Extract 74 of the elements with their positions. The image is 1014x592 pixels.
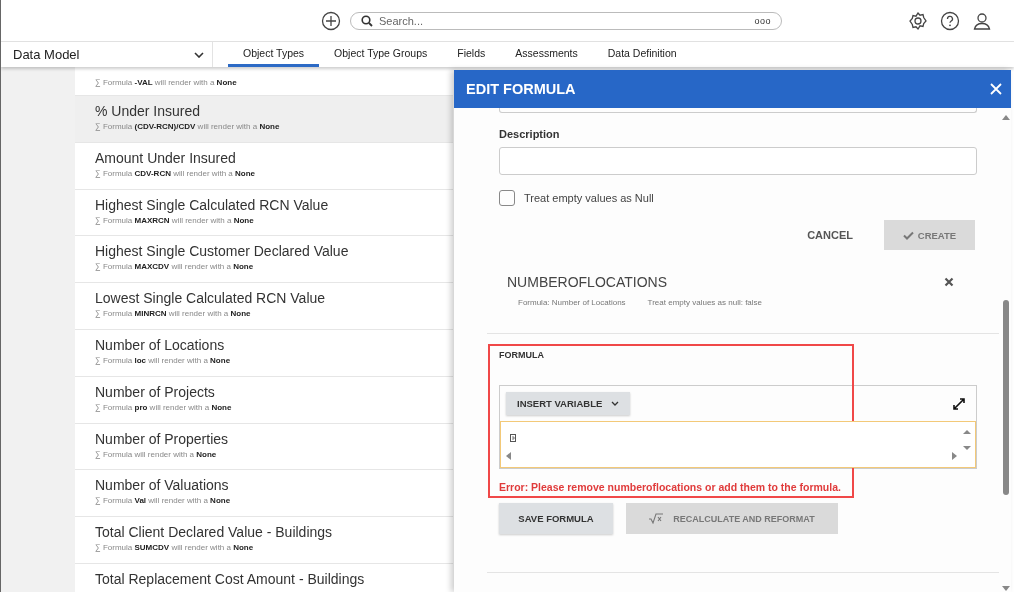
object-type-row[interactable]: % Under Insured ∑ Formula (CDV-RCN)/CDV will render with a None xyxy=(75,96,453,143)
nav-tab[interactable]: Data Definition xyxy=(592,42,692,67)
settings-icon[interactable] xyxy=(908,10,928,31)
formula-text: ∑ Formula (CDV-RCN)/CDV will render with a None xyxy=(95,122,281,131)
nav-tab[interactable]: Fields xyxy=(442,42,501,67)
formula-text: ∑ Formula loc will render with a None xyxy=(95,356,232,365)
scroll-left-icon xyxy=(506,452,511,460)
save-formula-button[interactable]: SAVE FORMULA xyxy=(499,503,613,534)
object-type-row[interactable]: Total Client Declared Value - Buildings ∑ Formula SUMCDV will render with a None xyxy=(75,517,453,564)
formula-text: ∑ Formula MAXCDV will render with a None xyxy=(95,262,255,272)
object-type-title: Highest Single Customer Declared Value xyxy=(95,243,350,260)
checkbox-label: Treat empty values as Null xyxy=(524,192,654,204)
scroll-up-icon[interactable] xyxy=(1002,114,1010,120)
object-type-row[interactable]: Highest Single Customer Declared Value ∑ Formula MAXCDV will render with a None xyxy=(75,236,453,284)
search-hint: ooo xyxy=(754,15,771,26)
object-type-row[interactable]: Number of Locations ∑ Formula loc will render with a None xyxy=(75,330,453,377)
checkbox[interactable] xyxy=(499,190,515,206)
search-input[interactable]: Search... xyxy=(379,14,749,27)
formula-text: ∑ Formula pro will render with a None xyxy=(95,402,233,412)
error-message: Error: Please remove numberoflocations or add them to the formula. xyxy=(499,481,842,493)
object-type-title: Amount Under Insured xyxy=(95,149,237,166)
description-field[interactable] xyxy=(499,147,977,175)
formula-text: ∑ Formula CDV-RCN will render with a None xyxy=(95,168,256,178)
object-type-title: Number of Projects xyxy=(95,383,216,400)
panel-title: EDIT FORMULA xyxy=(466,81,576,97)
object-type-row[interactable]: Highest Single Calculated RCN Value ∑ Formula MAXRCN will render with a None xyxy=(75,189,453,237)
chevron-icon xyxy=(611,401,620,406)
formula-text: ∑ Formula SUMCDV will render with a None xyxy=(95,543,255,553)
nav-tab[interactable]: Assessments xyxy=(500,42,593,67)
expand-icon[interactable] xyxy=(953,397,965,410)
nav-tab[interactable]: Object Types xyxy=(228,42,320,67)
variable-null-setting: Treat empty values as null: false xyxy=(647,298,763,307)
formula-input[interactable] xyxy=(500,421,976,468)
input-field[interactable] xyxy=(499,108,977,113)
check-icon xyxy=(902,230,914,240)
object-type-title: Lowest Single Calculated RCN Value xyxy=(95,290,327,307)
object-type-row[interactable]: Total Replacement Cost Amount - Buildings xyxy=(75,563,453,592)
search-icon xyxy=(361,14,373,27)
chevron-icon xyxy=(194,51,204,58)
description-label: Description xyxy=(499,128,561,140)
object-type-title: Number of Locations xyxy=(95,337,226,353)
help-icon[interactable] xyxy=(940,10,960,31)
formula-text: ∑ Formula MAXRCN will render with a None xyxy=(95,215,255,225)
object-type-title: Number of Valuations xyxy=(95,477,230,494)
object-type-title: Highest Single Calculated RCN Value xyxy=(95,196,330,213)
scrollbar-thumb[interactable] xyxy=(1003,300,1009,495)
object-type-title: Total Replacement Cost Amount - Buildings xyxy=(95,570,366,587)
object-type-row[interactable]: Number of Properties ∑ Formula will render with a None xyxy=(75,423,453,471)
variable-name: NUMBEROFLOCATIONS xyxy=(507,274,667,290)
object-type-title: Total Client Declared Value - Buildings xyxy=(95,524,334,541)
object-type-row[interactable]: Amount Under Insured ∑ Formula CDV-RCN will render with a None xyxy=(75,142,453,190)
scroll-down-icon[interactable] xyxy=(1002,586,1010,592)
nav-tab[interactable]: Object Type Groups xyxy=(319,42,443,67)
variable-formula: Formula: Number of Locations xyxy=(518,298,626,307)
remove-icon[interactable] xyxy=(944,277,954,287)
square-root-icon xyxy=(649,513,664,524)
insert-variable-dropdown[interactable]: INSERT VARIABLE xyxy=(506,392,631,415)
formula-text: ∑ Formula will render with a None xyxy=(95,449,218,459)
cancel-button[interactable]: CANCEL xyxy=(801,228,859,242)
scroll-right-icon xyxy=(952,452,957,460)
scroll-arrows-icon xyxy=(963,429,971,451)
user-icon[interactable] xyxy=(972,10,992,31)
object-type-title: % Under Insured xyxy=(95,103,202,119)
object-type-row[interactable]: Number of Projects ∑ Formula pro will render with a None xyxy=(75,376,453,424)
formula-text: ∑ Formula -VAL will render with a None xyxy=(95,78,238,87)
close-icon[interactable] xyxy=(990,83,1002,95)
object-type-row[interactable]: Number of Valuations ∑ Formula Val will render with a None xyxy=(75,470,453,518)
formula-text: ∑ Formula Val will render with a None xyxy=(95,496,232,506)
formula-label: FORMULA xyxy=(499,350,545,360)
add-icon[interactable] xyxy=(321,10,341,31)
object-type-title: Number of Properties xyxy=(95,430,230,447)
formula-text: ∑ Formula MINRCN will render with a None xyxy=(95,309,252,319)
cursor-glyph-icon xyxy=(510,434,516,442)
object-type-row[interactable]: Lowest Single Calculated RCN Value ∑ Formula MINRCN will render with a None xyxy=(75,283,453,330)
